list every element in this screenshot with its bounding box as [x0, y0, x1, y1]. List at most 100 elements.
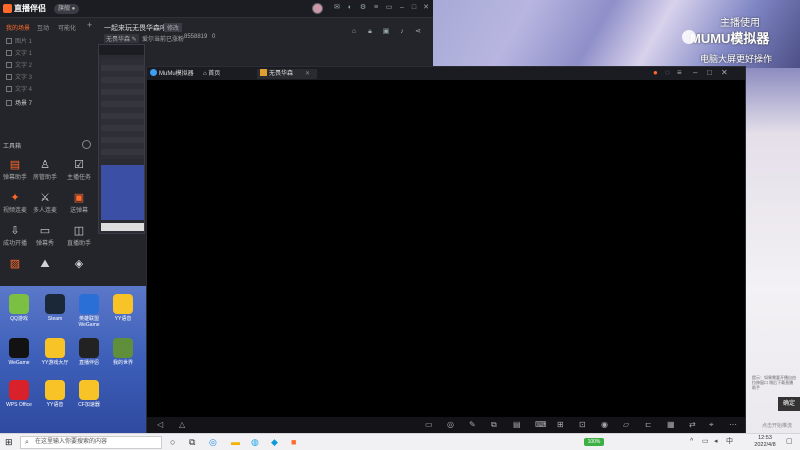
- stream-title[interactable]: 一起来玩无畏华森吧: [104, 23, 167, 33]
- tool-multi-link[interactable]: ⚔ 多人连麦: [30, 191, 60, 219]
- mumu-taskbar-icon[interactable]: ◆: [271, 436, 278, 448]
- settings-icon[interactable]: ⚙: [359, 4, 367, 12]
- brush-icon[interactable]: ✎: [469, 420, 476, 429]
- tool-tasks[interactable]: ☑ 主播任务: [64, 158, 94, 186]
- maximize-icon[interactable]: □: [707, 68, 712, 77]
- multi-window-icon[interactable]: ▦: [667, 420, 675, 429]
- live-preview[interactable]: [98, 44, 145, 234]
- screenshot-icon[interactable]: ⊡: [579, 420, 586, 429]
- minimize-icon[interactable]: –: [693, 68, 697, 77]
- tab-home[interactable]: ⌂ 首页: [203, 69, 220, 79]
- vip-badge[interactable]: 旗舰 ●: [54, 4, 80, 14]
- menu-icon[interactable]: ≡: [372, 4, 380, 12]
- bell-icon[interactable]: ♪: [398, 28, 406, 36]
- folder-icon[interactable]: ▱: [623, 420, 629, 429]
- scene-item[interactable]: 图片 1: [0, 36, 98, 48]
- record-icon[interactable]: ◎: [447, 420, 454, 429]
- category-chip[interactable]: 无畏华森 ✎: [104, 34, 139, 43]
- desktop-icon[interactable]: 我的世界: [106, 338, 140, 366]
- tray-arrow-icon[interactable]: ^: [690, 436, 693, 448]
- tool-start[interactable]: ⇩ 成功开播: [0, 224, 30, 252]
- record-icon[interactable]: ▣: [382, 28, 390, 36]
- desktop-icon[interactable]: QQ游戏: [2, 294, 36, 322]
- tool-extra-2[interactable]: ⛰: [30, 257, 60, 285]
- volume-tray-icon[interactable]: ◂: [714, 436, 718, 448]
- restore-icon[interactable]: ▭: [385, 4, 393, 12]
- desktop-icon[interactable]: YY语音: [38, 380, 72, 408]
- clock[interactable]: 12:53 2022/4/8: [748, 435, 782, 449]
- task-icon: ☑: [74, 159, 84, 171]
- tool-assistant[interactable]: ◫ 直播助手: [64, 224, 94, 252]
- maximize-icon[interactable]: □: [410, 4, 418, 12]
- task-view-icon[interactable]: ⧉: [189, 436, 195, 448]
- desktop-icon[interactable]: WPS Office: [2, 380, 36, 408]
- desktop-icon[interactable]: CF加速器: [72, 380, 106, 408]
- edge-icon[interactable]: ◎: [209, 436, 217, 448]
- desktop-icon[interactable]: 英雄联盟WeGame: [72, 294, 106, 328]
- gift-icon[interactable]: ⌂: [350, 28, 358, 36]
- apk-icon[interactable]: ▤: [513, 420, 521, 429]
- scene-item[interactable]: 文字 1: [0, 48, 98, 60]
- close-icon[interactable]: ✕: [422, 4, 430, 12]
- ime-icon[interactable]: 中: [726, 436, 733, 448]
- tab-interact[interactable]: 互动: [37, 23, 49, 32]
- windows-start-icon[interactable]: ⊞: [5, 436, 13, 448]
- tab-scenes[interactable]: 我的场景: [6, 23, 30, 32]
- confirm-button[interactable]: 确定: [778, 397, 800, 411]
- tool-room-admin[interactable]: ♙ 房管助手: [30, 158, 60, 186]
- back-icon[interactable]: ◁: [157, 420, 163, 429]
- tool-send-danmaku[interactable]: ▣ 送弹幕: [64, 191, 94, 219]
- toolbox-toggle-icon[interactable]: [82, 140, 91, 149]
- crop-icon[interactable]: ⊏: [645, 420, 652, 429]
- shake-icon[interactable]: ⇄: [689, 420, 696, 429]
- gamepad-icon[interactable]: ⊞: [557, 420, 564, 429]
- desktop-icon[interactable]: WeGame: [2, 338, 36, 366]
- room-id: 8558819: [184, 34, 208, 40]
- tab-game[interactable]: 无畏华森 ✕: [257, 69, 317, 79]
- tab-more[interactable]: 可能化: [58, 23, 76, 32]
- menu-icon[interactable]: ≡: [677, 68, 682, 77]
- minimize-icon[interactable]: –: [398, 4, 406, 12]
- close-icon[interactable]: ✕: [721, 68, 728, 77]
- emulator-screen[interactable]: [147, 80, 745, 417]
- notification-icon[interactable]: ▢: [786, 436, 793, 448]
- message-icon[interactable]: ✉: [333, 4, 341, 12]
- edit-title-button[interactable]: 修改: [164, 23, 183, 32]
- desktop-icon[interactable]: YY游戏大厅: [38, 338, 72, 366]
- live-tool-taskbar-icon[interactable]: ■: [291, 436, 296, 448]
- location-icon[interactable]: ⌖: [709, 420, 714, 430]
- notify-icon[interactable]: ●: [653, 68, 658, 77]
- add-scene-icon[interactable]: +: [87, 20, 92, 30]
- tool-extra-1[interactable]: ▨: [0, 257, 30, 285]
- avatar[interactable]: [312, 3, 323, 14]
- network-icon[interactable]: ▭: [702, 436, 709, 448]
- battery-indicator[interactable]: 100%: [584, 438, 604, 446]
- desktop-icon[interactable]: Steam: [38, 294, 72, 322]
- camera-icon[interactable]: ▭: [425, 420, 433, 429]
- scene-item[interactable]: 场景 7: [0, 98, 98, 110]
- file-explorer-icon[interactable]: ▬: [231, 436, 240, 448]
- volume-icon[interactable]: ◉: [601, 420, 608, 429]
- wallpaper-title: 主播使用: [720, 18, 760, 29]
- message-icon[interactable]: ◌: [665, 68, 670, 77]
- skin-icon[interactable]: ◐: [346, 4, 354, 12]
- home-nav-icon[interactable]: △: [179, 420, 185, 429]
- browser-icon[interactable]: ◍: [251, 436, 259, 448]
- cortana-icon[interactable]: ○: [170, 436, 175, 448]
- more-icon[interactable]: ⋯: [729, 420, 737, 429]
- scene-item[interactable]: 文字 4: [0, 84, 98, 96]
- keyboard-icon[interactable]: ⌨: [535, 420, 547, 429]
- lock-icon[interactable]: 🔒︎: [366, 28, 374, 36]
- copy-icon[interactable]: ⧉: [491, 420, 497, 430]
- close-tab-icon[interactable]: ✕: [305, 71, 310, 77]
- tool-danmaku[interactable]: ▤ 弹幕助手: [0, 158, 30, 186]
- desktop-icon[interactable]: 直播伴侣: [72, 338, 106, 366]
- tool-danmaku-show[interactable]: ▭ 弹幕秀: [30, 224, 60, 252]
- share-icon[interactable]: ⋖: [414, 28, 422, 36]
- scene-item[interactable]: 文字 3: [0, 72, 98, 84]
- tool-video-link[interactable]: ✦ 视频连麦: [0, 191, 30, 219]
- tool-extra-3[interactable]: ◈: [64, 257, 94, 285]
- search-box[interactable]: ⌕ 在这里输入你要搜索的内容: [20, 436, 162, 449]
- scene-item[interactable]: 文字 2: [0, 60, 98, 72]
- desktop-icon[interactable]: YY语音: [106, 294, 140, 322]
